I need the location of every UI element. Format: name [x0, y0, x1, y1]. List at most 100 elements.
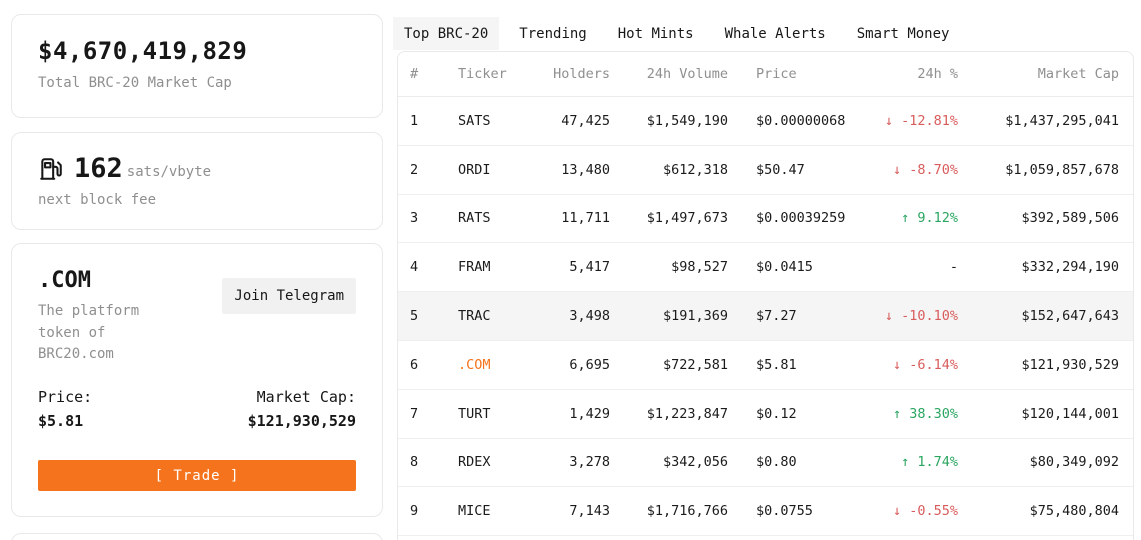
total-market-cap-card: $4,670,419,829 Total BRC-20 Market Cap	[11, 14, 383, 118]
table-row-rdex[interactable]: 8 RDEX 3,278 $342,056 $0.80 ↑ 1.74% $80,…	[398, 439, 1133, 488]
block-fee-value: 162	[74, 155, 123, 182]
platform-token-card: .COM The platform token of BRC20.com Joi…	[11, 243, 383, 517]
cell-price: $0.0755	[728, 503, 868, 519]
cell-change: ↑ 9.12%	[868, 210, 958, 226]
token-market-cap-value: $121,930,529	[248, 412, 356, 430]
cell-price: $0.12	[728, 406, 868, 422]
token-title: .COM	[38, 268, 173, 293]
cell-holders: 6,695	[548, 357, 610, 373]
cell-volume: $342,056	[610, 454, 728, 470]
total-market-cap-value: $4,670,419,829	[38, 37, 356, 65]
cell-change: -	[868, 259, 958, 275]
join-telegram-button[interactable]: Join Telegram	[222, 278, 356, 314]
cell-price: $5.81	[728, 357, 868, 373]
cell-volume: $1,497,673	[610, 210, 728, 226]
page: $4,670,419,829 Total BRC-20 Market Cap 1…	[0, 0, 1141, 540]
cell-holders: 3,278	[548, 454, 610, 470]
tabs: Top BRC-20 Trending Hot Mints Whale Alerts S…	[393, 17, 969, 50]
table-header: # Ticker Holders 24h Volume Price 24h % …	[398, 52, 1133, 97]
token-market-cap-label: Market Cap:	[248, 388, 356, 406]
cell-rank: 3	[410, 210, 458, 226]
cell-ticker: RDEX	[458, 454, 548, 470]
table-row-mice[interactable]: 9 MICE 7,143 $1,716,766 $0.0755 ↓ -0.55%…	[398, 487, 1133, 536]
cell-volume: $722,581	[610, 357, 728, 373]
cell-holders: 13,480	[548, 162, 610, 178]
cell-market-cap: $152,647,643	[958, 308, 1119, 324]
col-header-price: Price	[728, 66, 868, 82]
table-row-trac[interactable]: 5 TRAC 3,498 $191,369 $7.27 ↓ -10.10% $1…	[398, 292, 1133, 341]
cell-change: ↓ -8.70%	[868, 162, 958, 178]
token-price-value: $5.81	[38, 412, 92, 430]
cell-rank: 9	[410, 503, 458, 519]
token-price-label: Price:	[38, 388, 92, 406]
col-header-holders: Holders	[548, 66, 610, 82]
cell-market-cap: $75,480,804	[958, 503, 1119, 519]
cell-holders: 11,711	[548, 210, 610, 226]
table-row-turt[interactable]: 7 TURT 1,429 $1,223,847 $0.12 ↑ 38.30% $…	[398, 390, 1133, 439]
cell-change: ↑ 38.30%	[868, 406, 958, 422]
block-fee-card: 162 sats/vbyte next block fee	[11, 132, 383, 230]
cell-price: $0.80	[728, 454, 868, 470]
col-header-market-cap: Market Cap	[958, 66, 1119, 82]
table-row-com[interactable]: 6 .COM 6,695 $722,581 $5.81 ↓ -6.14% $12…	[398, 341, 1133, 390]
table-row-rats[interactable]: 3 RATS 11,711 $1,497,673 $0.00039259 ↑ 9…	[398, 195, 1133, 244]
tab-smart-money[interactable]: Smart Money	[846, 17, 961, 50]
cell-holders: 3,498	[548, 308, 610, 324]
col-header-ticker: Ticker	[458, 66, 548, 82]
col-header-rank: #	[410, 66, 458, 82]
table-row-ordi[interactable]: 2 ORDI 13,480 $612,318 $50.47 ↓ -8.70% $…	[398, 146, 1133, 195]
cell-rank: 1	[410, 113, 458, 129]
cell-volume: $98,527	[610, 259, 728, 275]
cell-holders: 47,425	[548, 113, 610, 129]
tab-trending[interactable]: Trending	[508, 17, 597, 50]
cell-volume: $1,716,766	[610, 503, 728, 519]
cell-market-cap: $392,589,506	[958, 210, 1119, 226]
cell-price: $0.0415	[728, 259, 868, 275]
cell-price: $0.00039259	[728, 210, 868, 226]
token-description: The platform token of BRC20.com	[38, 301, 173, 366]
cell-ticker: ORDI	[458, 162, 548, 178]
block-fee-label: next block fee	[38, 192, 356, 208]
cell-change: ↓ -10.10%	[868, 308, 958, 324]
table-row-fram[interactable]: 4 FRAM 5,417 $98,527 $0.0415 - $332,294,…	[398, 243, 1133, 292]
cell-market-cap: $121,930,529	[958, 357, 1119, 373]
cell-holders: 5,417	[548, 259, 610, 275]
cell-price: $50.47	[728, 162, 868, 178]
tab-hot-mints[interactable]: Hot Mints	[607, 17, 705, 50]
cell-ticker: TURT	[458, 406, 548, 422]
col-header-change: 24h %	[868, 66, 958, 82]
cell-holders: 7,143	[548, 503, 610, 519]
col-header-volume: 24h Volume	[610, 66, 728, 82]
cell-ticker: TRAC	[458, 308, 548, 324]
cell-price: $0.00000068	[728, 113, 868, 129]
tab-top-brc-20[interactable]: Top BRC-20	[393, 17, 499, 50]
cell-change: ↓ -12.81%	[868, 113, 958, 129]
table-row-sats[interactable]: 1 SATS 47,425 $1,549,190 $0.00000068 ↓ -…	[398, 97, 1133, 146]
tab-whale-alerts[interactable]: Whale Alerts	[714, 17, 837, 50]
cell-ticker: .COM	[458, 357, 548, 373]
fuel-pump-icon	[38, 156, 64, 182]
cell-volume: $612,318	[610, 162, 728, 178]
cell-change: ↓ -6.14%	[868, 357, 958, 373]
cell-volume: $1,223,847	[610, 406, 728, 422]
cell-price: $7.27	[728, 308, 868, 324]
trade-button[interactable]: [ Trade ]	[38, 460, 356, 491]
clipped-sidebar-card	[11, 533, 383, 540]
cell-ticker: SATS	[458, 113, 548, 129]
cell-rank: 6	[410, 357, 458, 373]
cell-change: ↑ 1.74%	[868, 454, 958, 470]
cell-holders: 1,429	[548, 406, 610, 422]
cell-rank: 4	[410, 259, 458, 275]
cell-volume: $1,549,190	[610, 113, 728, 129]
cell-ticker: FRAM	[458, 259, 548, 275]
cell-ticker: MICE	[458, 503, 548, 519]
cell-volume: $191,369	[610, 308, 728, 324]
cell-market-cap: $1,059,857,678	[958, 162, 1119, 178]
cell-market-cap: $1,437,295,041	[958, 113, 1119, 129]
cell-rank: 7	[410, 406, 458, 422]
cell-rank: 2	[410, 162, 458, 178]
cell-rank: 5	[410, 308, 458, 324]
total-market-cap-label: Total BRC-20 Market Cap	[38, 75, 356, 91]
cell-change: ↓ -0.55%	[868, 503, 958, 519]
cell-market-cap: $80,349,092	[958, 454, 1119, 470]
